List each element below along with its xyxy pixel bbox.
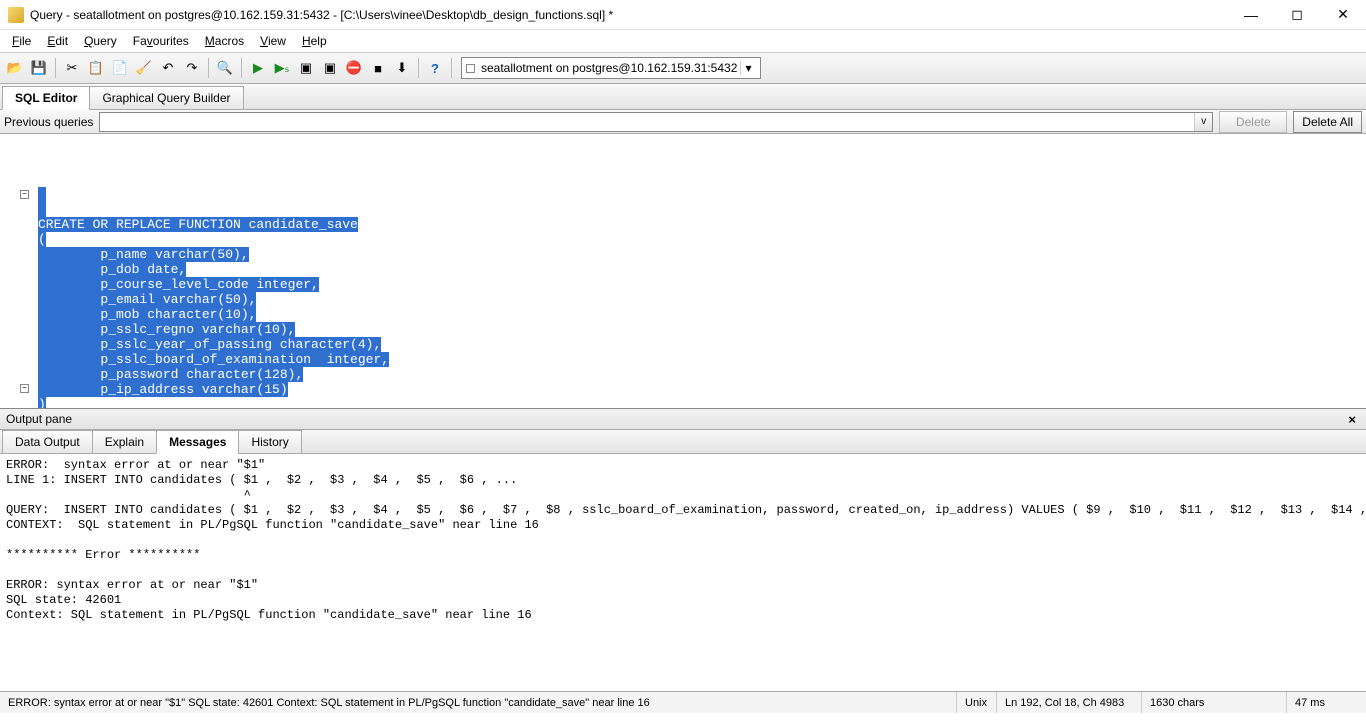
fold-toggle-icon[interactable]: − <box>20 190 29 199</box>
status-time: 47 ms <box>1286 692 1366 713</box>
tab-explain[interactable]: Explain <box>92 430 157 454</box>
tab-history[interactable]: History <box>238 430 301 454</box>
toolbar: 📂 💾 ✂ 📋 📄 🧹 ↶ ↷ 🔍 ▶ ▶ₛ ▣ ▣ ⛔ ■ ⬇ ? seata… <box>0 52 1366 84</box>
messages-panel[interactable]: ERROR: syntax error at or near "$1" LINE… <box>0 454 1366 691</box>
title-bar: Query - seatallotment on postgres@10.162… <box>0 0 1366 30</box>
explain-icon[interactable]: ▣ <box>295 57 317 79</box>
menu-query[interactable]: Query <box>76 32 125 50</box>
output-pane-title: Output pane <box>6 412 72 426</box>
menu-file[interactable]: File <box>4 32 39 50</box>
output-tabs: Data Output Explain Messages History <box>0 430 1366 454</box>
window-title: Query - seatallotment on postgres@10.162… <box>30 8 1228 22</box>
database-combo-value: seatallotment on postgres@10.162.159.31:… <box>481 61 737 75</box>
app-icon <box>8 7 24 23</box>
clear-icon[interactable]: 🧹 <box>133 57 155 79</box>
delete-all-button[interactable]: Delete All <box>1293 111 1362 133</box>
menu-favourites[interactable]: Favourites <box>125 32 197 50</box>
previous-queries-bar: Previous queries v Delete Delete All <box>0 110 1366 134</box>
tab-graphical-query-builder[interactable]: Graphical Query Builder <box>89 86 243 110</box>
save-icon[interactable]: 💾 <box>28 57 50 79</box>
status-bar: ERROR: syntax error at or near "$1" SQL … <box>0 691 1366 713</box>
menu-help[interactable]: Help <box>294 32 335 50</box>
tab-messages[interactable]: Messages <box>156 430 239 454</box>
output-pane-header: Output pane × <box>0 409 1366 430</box>
cut-icon[interactable]: ✂ <box>61 57 83 79</box>
explain-analyze-icon[interactable]: ▣ <box>319 57 341 79</box>
run-pgscript-icon[interactable]: ▶ₛ <box>271 57 293 79</box>
sql-editor[interactable]: − − CREATE OR REPLACE FUNCTION candidate… <box>0 134 1366 408</box>
close-button[interactable]: ✕ <box>1320 0 1366 30</box>
menu-bar: File Edit Query Favourites Macros View H… <box>0 30 1366 52</box>
database-combo[interactable]: seatallotment on postgres@10.162.159.31:… <box>461 57 761 79</box>
tab-data-output[interactable]: Data Output <box>2 430 93 454</box>
menu-macros[interactable]: Macros <box>197 32 252 50</box>
delete-button[interactable]: Delete <box>1219 111 1287 133</box>
undo-icon[interactable]: ↶ <box>157 57 179 79</box>
download-icon[interactable]: ⬇ <box>391 57 413 79</box>
messages-text: ERROR: syntax error at or near "$1" LINE… <box>0 454 1366 627</box>
open-icon[interactable]: 📂 <box>4 57 26 79</box>
chevron-down-icon[interactable]: ▾ <box>740 61 756 75</box>
close-output-pane-icon[interactable]: × <box>1344 412 1360 427</box>
menu-view[interactable]: View <box>252 32 294 50</box>
minimize-button[interactable]: — <box>1228 0 1274 30</box>
copy-icon[interactable]: 📋 <box>85 57 107 79</box>
status-chars: 1630 chars <box>1141 692 1286 713</box>
db-indicator-icon <box>466 64 475 73</box>
paste-icon[interactable]: 📄 <box>109 57 131 79</box>
help-icon[interactable]: ? <box>424 57 446 79</box>
status-caret-pos: Ln 192, Col 18, Ch 4983 <box>996 692 1141 713</box>
cancel-icon[interactable]: ⛔ <box>343 57 365 79</box>
status-message: ERROR: syntax error at or near "$1" SQL … <box>0 692 956 713</box>
editor-tabs: SQL Editor Graphical Query Builder <box>0 84 1366 110</box>
stop-icon[interactable]: ■ <box>367 57 389 79</box>
redo-icon[interactable]: ↷ <box>181 57 203 79</box>
previous-queries-label: Previous queries <box>4 115 93 129</box>
previous-queries-combo[interactable]: v <box>99 112 1213 132</box>
run-icon[interactable]: ▶ <box>247 57 269 79</box>
tab-sql-editor[interactable]: SQL Editor <box>2 86 90 110</box>
menu-edit[interactable]: Edit <box>39 32 76 50</box>
chevron-down-icon[interactable]: v <box>1194 113 1212 131</box>
find-icon[interactable]: 🔍 <box>214 57 236 79</box>
status-os: Unix <box>956 692 996 713</box>
maximize-button[interactable]: ◻ <box>1274 0 1320 30</box>
fold-toggle-icon[interactable]: − <box>20 384 29 393</box>
